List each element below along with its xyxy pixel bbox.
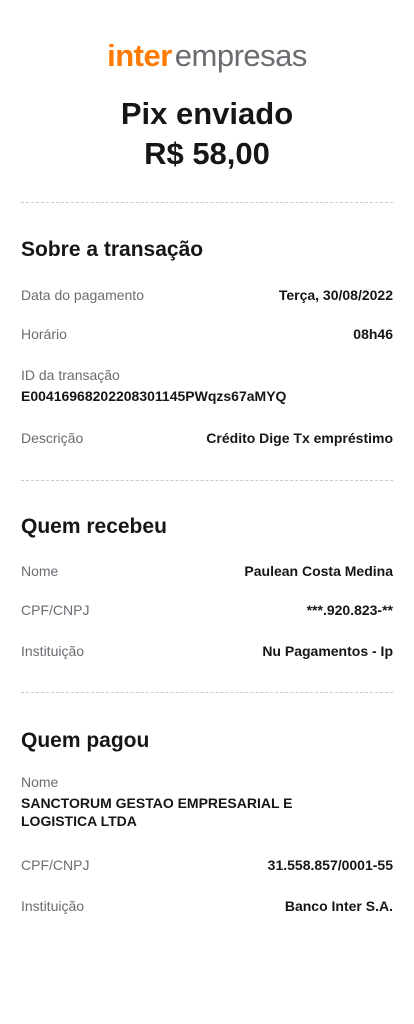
divider [21,480,393,481]
payer-name-block: Nome SANCTORUM GESTAO EMPRESARIAL E LOGI… [21,774,393,830]
transaction-id-value: E00416968202208301145PWqzs67aMYQ [21,388,287,404]
section-title-payer: Quem pagou [21,729,150,752]
payer-institution-row: Instituição Banco Inter S.A. [21,898,393,914]
page-title: Pix enviado [120,96,294,131]
description-value: Crédito Dige Tx empréstimo [206,430,393,446]
payer-institution-label: Instituição [21,898,85,914]
receiver-name-row: Nome Paulean Costa Medina [21,563,393,579]
description-label: Descrição [21,430,84,446]
payment-date-label: Data do pagamento [21,287,144,303]
payer-name-label: Nome [21,774,59,790]
receiver-institution-value: Nu Pagamentos - Ip [262,643,393,659]
receiver-cpf-label: CPF/CNPJ [21,602,90,618]
amount: R$ 58,00 [144,136,270,171]
payer-institution-value: Banco Inter S.A. [284,898,393,914]
logo-inter-text: inter [107,38,172,73]
inter-empresas-logo: interempresas [0,38,414,74]
divider [21,202,393,203]
logo-empresas-text: empresas [174,38,308,73]
time-value: 08h46 [353,326,393,342]
payment-date-value: Terça, 30/08/2022 [278,287,393,303]
description-row: Descrição Crédito Dige Tx empréstimo [21,430,393,446]
transaction-id-block: ID da transação E00416968202208301145PWq… [21,367,393,405]
receiver-name-label: Nome [21,563,59,579]
time-row: Horário 08h46 [21,326,393,342]
pix-receipt: interempresas Pix enviado R$ 58,00 Sobre… [0,0,414,1024]
payer-cpf-value: 31.558.857/0001-55 [267,857,393,873]
section-title-receiver: Quem recebeu [21,515,167,538]
receiver-name-value: Paulean Costa Medina [244,563,393,579]
payer-name-value: SANCTORUM GESTAO EMPRESARIAL E LOGISTICA… [21,795,293,829]
time-label: Horário [21,326,67,342]
payment-date-row: Data do pagamento Terça, 30/08/2022 [21,287,393,303]
receiver-institution-label: Instituição [21,643,85,659]
receiver-institution-row: Instituição Nu Pagamentos - Ip [21,643,393,659]
payer-cpf-label: CPF/CNPJ [21,857,90,873]
transaction-id-label: ID da transação [21,367,120,383]
divider [21,692,393,693]
payer-cpf-row: CPF/CNPJ 31.558.857/0001-55 [21,857,393,873]
receiver-cpf-value: ***.920.823-** [306,602,393,618]
section-title-transaction: Sobre a transação [21,238,204,261]
receiver-cpf-row: CPF/CNPJ ***.920.823-** [21,602,393,618]
